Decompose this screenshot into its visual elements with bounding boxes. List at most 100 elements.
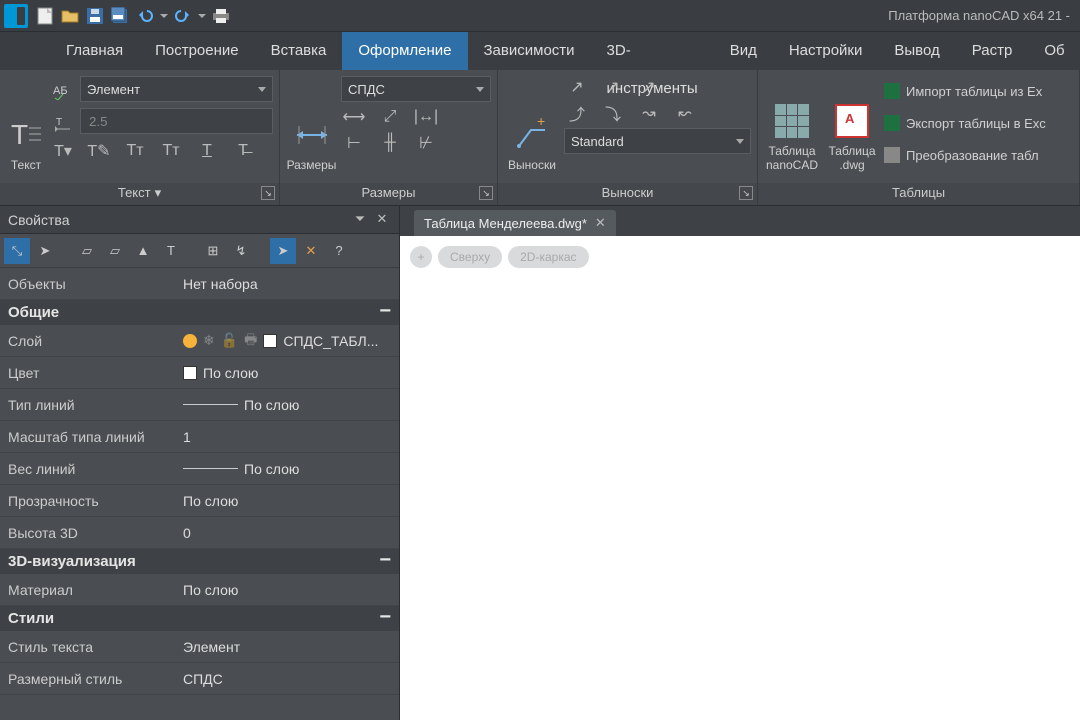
leader-edit4-icon[interactable]: ↜ xyxy=(672,102,698,124)
text-group-launcher[interactable]: ↘ xyxy=(261,186,275,200)
close-panel-icon[interactable]: ✕ xyxy=(373,211,391,229)
table-dwg-button[interactable]: Таблица .dwg xyxy=(824,74,880,174)
tool5-icon[interactable]: ⊞ xyxy=(200,238,226,264)
tab-about[interactable]: Об xyxy=(1028,32,1080,70)
text-case-icon[interactable]: Tт xyxy=(122,140,148,162)
dim-break-icon[interactable]: ⊢ xyxy=(341,132,367,154)
dimension-button[interactable]: Размеры xyxy=(286,74,337,174)
tab-raster[interactable]: Растр xyxy=(956,32,1029,70)
tab-annotation[interactable]: Оформление xyxy=(342,32,467,70)
export-table-excel-button[interactable]: Экспорт таблицы в Exc xyxy=(884,110,1046,136)
prop-linetype-value[interactable]: По слою xyxy=(183,397,391,413)
prop-transparency-value[interactable]: По слою xyxy=(183,493,391,509)
text-button-label: Текст xyxy=(11,158,41,172)
convert-table-button[interactable]: Преобразование табл xyxy=(884,142,1046,168)
filter4-icon[interactable]: T xyxy=(158,238,184,264)
tab-constraints[interactable]: Зависимости xyxy=(468,32,591,70)
saveall-icon[interactable] xyxy=(109,5,131,27)
pill-visual-style[interactable]: 2D-каркас xyxy=(508,246,588,268)
prop-ltscale-value[interactable]: 1 xyxy=(183,429,391,445)
collapse-icon[interactable]: − xyxy=(379,304,391,321)
prop-height3d-value[interactable]: 0 xyxy=(183,525,391,541)
spellcheck-icon[interactable]: AБ xyxy=(50,78,76,104)
save-icon[interactable] xyxy=(84,5,106,27)
prop-lineweight-value[interactable]: По слою xyxy=(183,461,391,477)
import-table-excel-button[interactable]: Импорт таблицы из Ex xyxy=(884,78,1046,104)
leader-style-dropdown[interactable]: Standard xyxy=(564,128,751,154)
tool6-icon[interactable]: ↯ xyxy=(228,238,254,264)
svg-text:T: T xyxy=(56,117,62,128)
dim-chain-icon[interactable]: ⊬ xyxy=(413,132,439,154)
tab-settings[interactable]: Настройки xyxy=(773,32,879,70)
leader-button-label: Выноски xyxy=(508,158,556,172)
leader-edit1-icon[interactable]: ⤴ xyxy=(564,102,590,124)
tool8-icon[interactable]: ✕ xyxy=(298,238,324,264)
svg-text:AБ: AБ xyxy=(53,85,68,97)
text-underline-icon[interactable]: T xyxy=(194,140,220,162)
edit-text-icon[interactable]: T✎ xyxy=(86,140,112,162)
text-height-input[interactable] xyxy=(80,108,273,134)
text-height-icon[interactable]: T xyxy=(50,110,76,136)
prop-layer-value[interactable]: ❄🔓🖶СПДС_ТАБЛ... xyxy=(183,329,391,353)
cursor-icon[interactable]: ➤ xyxy=(32,238,58,264)
filter1-icon[interactable]: ▱ xyxy=(74,238,100,264)
prop-dimstyle-value[interactable]: СПДС xyxy=(183,671,391,687)
prop-objects-value[interactable]: Нет набора xyxy=(183,276,391,292)
collapse-icon[interactable]: − xyxy=(379,610,391,627)
filter2-icon[interactable]: ▱ xyxy=(102,238,128,264)
leader-type2-icon[interactable]: ↗ xyxy=(600,76,626,98)
select-mode-icon[interactable]: ⤡ xyxy=(4,238,30,264)
line-sample-icon xyxy=(183,404,238,405)
print-icon[interactable] xyxy=(210,5,232,27)
leader-button[interactable]: + Выноски xyxy=(504,74,560,174)
pin-icon[interactable]: ⏷ xyxy=(351,211,369,229)
section-general[interactable]: Общие− xyxy=(0,300,399,325)
filter3-icon[interactable]: ▲ xyxy=(130,238,156,264)
help-icon[interactable]: ? xyxy=(326,238,352,264)
collapse-icon[interactable]: − xyxy=(379,553,391,570)
text-outline-icon[interactable]: Tт xyxy=(158,140,184,162)
tab-build[interactable]: Построение xyxy=(139,32,255,70)
svg-text:T: T xyxy=(11,119,28,150)
redo-dropdown-icon[interactable] xyxy=(197,5,207,27)
document-tab[interactable]: Таблица Менделеева.dwg* ✕ xyxy=(414,210,616,236)
dim-baseline-icon[interactable]: ╫ xyxy=(377,132,403,154)
tab-3dtools[interactable]: 3D-инструменты xyxy=(591,32,714,70)
tab-home[interactable]: Главная xyxy=(50,32,139,70)
prop-material-value[interactable]: По слою xyxy=(183,582,391,598)
leader-type1-icon[interactable]: ↗ xyxy=(564,76,590,98)
section-3d[interactable]: 3D-визуализация− xyxy=(0,549,399,574)
dim-style-dropdown[interactable]: СПДС xyxy=(341,76,491,102)
tab-insert[interactable]: Вставка xyxy=(255,32,343,70)
close-tab-icon[interactable]: ✕ xyxy=(595,215,606,231)
table-nanocad-button[interactable]: Таблица nanoCAD xyxy=(764,74,820,174)
ribbon-group-text: T Текст AБ Элемент T T▾ T✎ Tт Tт T xyxy=(0,70,280,205)
text-button[interactable]: T Текст xyxy=(6,74,46,174)
tables-group-label: Таблицы xyxy=(892,185,945,200)
prop-color-value[interactable]: По слою xyxy=(183,365,391,381)
open-folder-icon[interactable] xyxy=(59,5,81,27)
leaders-group-launcher[interactable]: ↘ xyxy=(739,186,753,200)
undo-dropdown-icon[interactable] xyxy=(159,5,169,27)
tool7-icon[interactable]: ➤ xyxy=(270,238,296,264)
dims-group-launcher[interactable]: ↘ xyxy=(479,186,493,200)
leader-edit2-icon[interactable]: ⤵ xyxy=(600,102,626,124)
undo-icon[interactable] xyxy=(134,5,156,27)
dim-continue-icon[interactable]: |↔| xyxy=(413,106,439,128)
pill-add[interactable]: + xyxy=(410,246,432,268)
drawing-canvas[interactable]: + Сверху 2D-каркас xyxy=(400,236,1080,720)
leader-type3-icon[interactable]: ↗ xyxy=(636,76,662,98)
prop-textstyle-value[interactable]: Элемент xyxy=(183,639,391,655)
tab-view[interactable]: Вид xyxy=(714,32,773,70)
pill-view-top[interactable]: Сверху xyxy=(438,246,502,268)
text-strikeout-icon[interactable]: T̶ xyxy=(230,140,256,162)
dim-linear-icon[interactable]: ⟷ xyxy=(341,106,367,128)
new-file-icon[interactable] xyxy=(34,5,56,27)
leader-edit3-icon[interactable]: ↝ xyxy=(636,102,662,124)
dim-aligned-icon[interactable]: ⤢ xyxy=(377,106,403,128)
text-style-dropdown[interactable]: Элемент xyxy=(80,76,273,102)
find-text-icon[interactable]: T▾ xyxy=(50,140,76,162)
section-styles[interactable]: Стили− xyxy=(0,606,399,631)
redo-icon[interactable] xyxy=(172,5,194,27)
tab-output[interactable]: Вывод xyxy=(878,32,955,70)
